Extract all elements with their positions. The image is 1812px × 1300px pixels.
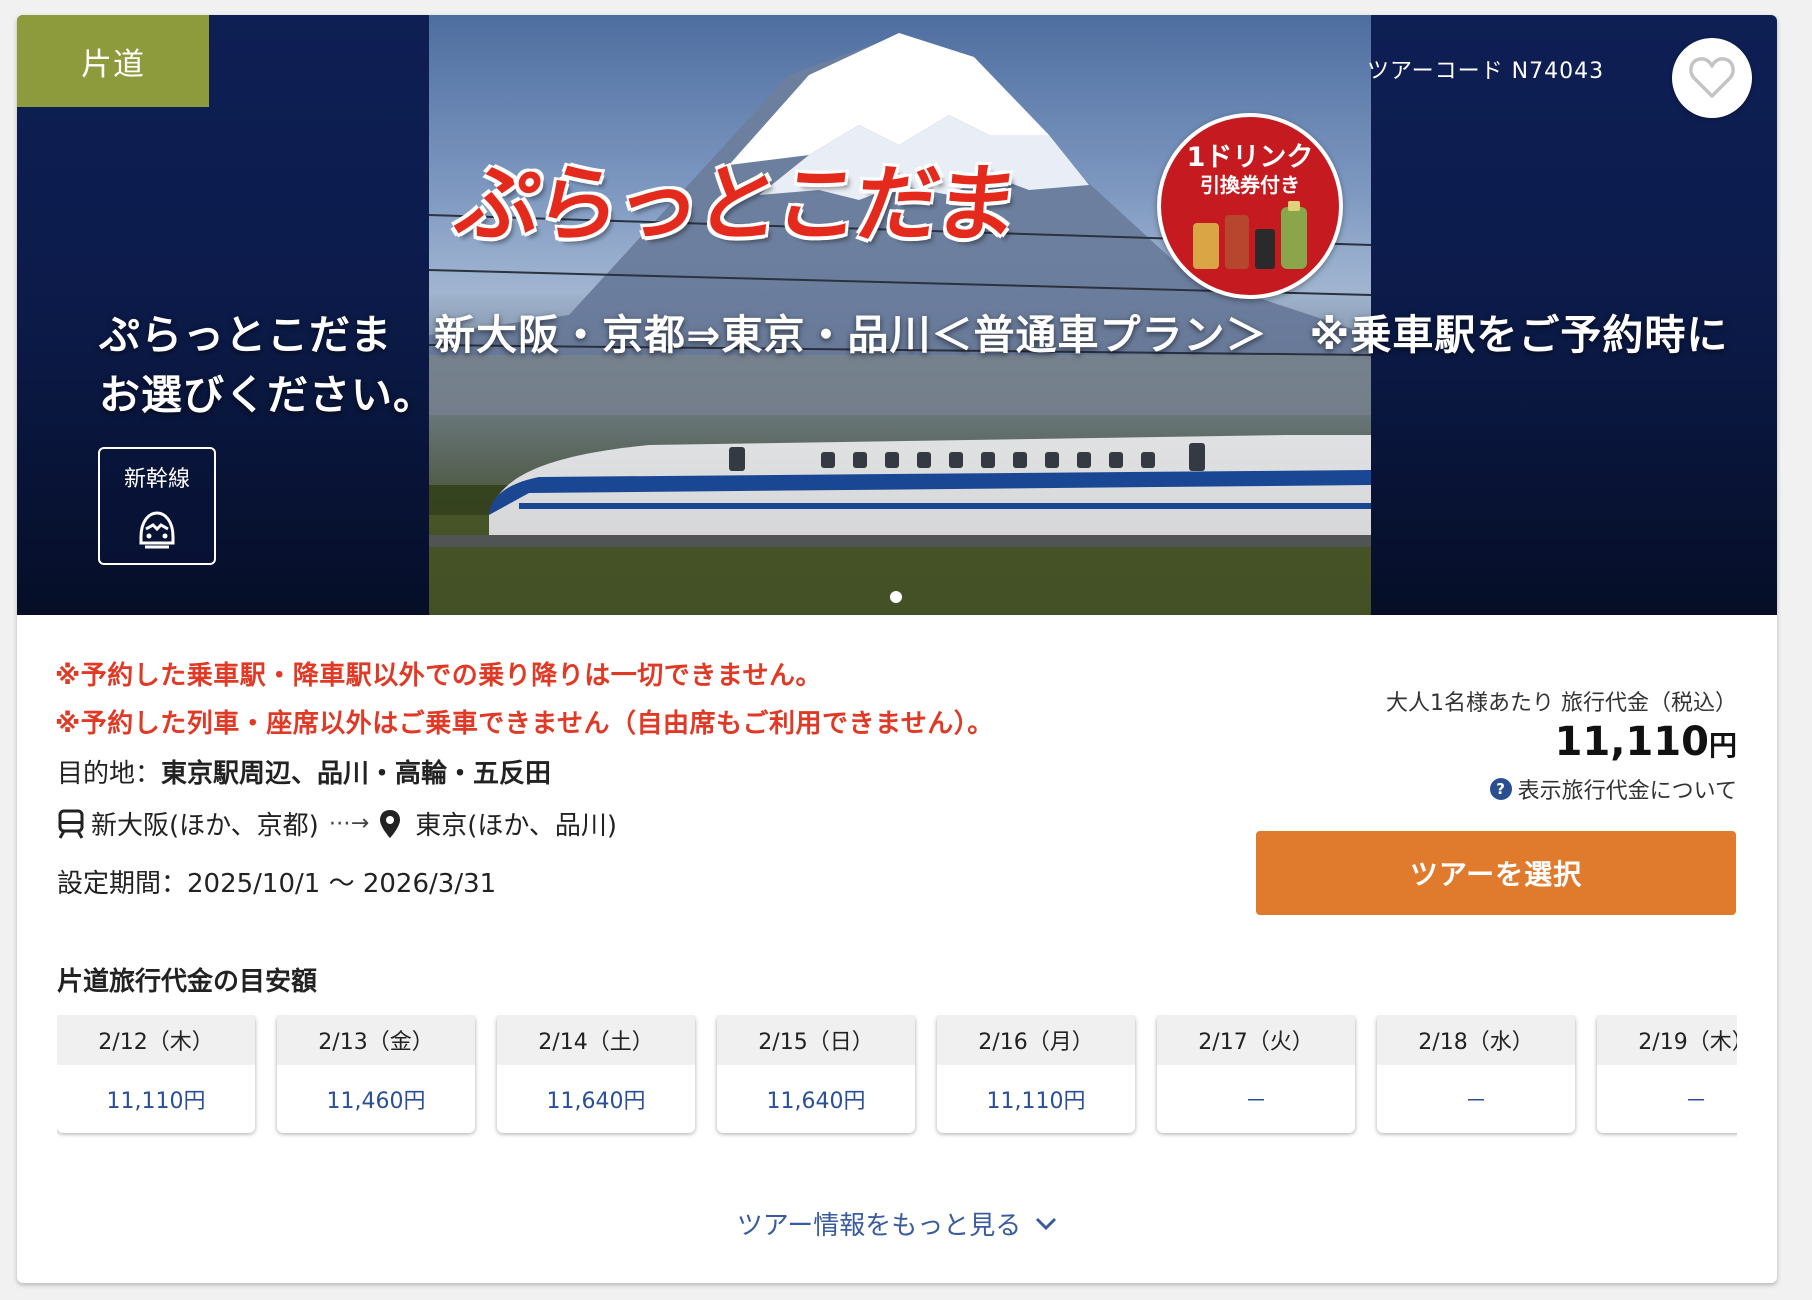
fare-section-title: 片道旅行代金の目安額	[57, 967, 318, 997]
fare-date: 2/13（金）	[277, 1015, 475, 1065]
fare-date: 2/12（木）	[57, 1015, 255, 1065]
map-pin-icon	[380, 809, 401, 838]
drink-voucher-badge: 1ドリンク 引換券付き	[1157, 113, 1343, 299]
fare-price: －	[1244, 1089, 1267, 1114]
price-value: 11,110	[1554, 719, 1709, 765]
fare-card[interactable]: 2/14（土） 11,640円	[497, 1015, 695, 1133]
price-panel: 大人1名様あたり 旅行代金（税込） 11,110円 ? 表示旅行代金について	[1267, 685, 1737, 805]
show-more-label: ツアー情報をもっと見る	[736, 1211, 1022, 1241]
price-help-link[interactable]: ? 表示旅行代金について	[1267, 773, 1737, 805]
question-icon: ?	[1489, 778, 1512, 800]
fare-card[interactable]: 2/13（金） 11,460円	[277, 1015, 475, 1133]
chevron-down-icon	[1036, 1217, 1057, 1230]
shinkansen-category-badge: 新幹線	[98, 447, 216, 565]
select-tour-button[interactable]: ツアーを選択	[1256, 831, 1736, 915]
fare-card[interactable]: 2/15（日） 11,640円	[717, 1015, 915, 1133]
tour-code: ツアーコード N74043	[1367, 59, 1605, 84]
train-icon	[58, 809, 84, 839]
fare-card[interactable]: 2/18（水） －	[1377, 1015, 1575, 1133]
favorite-button[interactable]	[1672, 38, 1752, 118]
fare-date: 2/18（水）	[1377, 1015, 1575, 1065]
fare-card[interactable]: 2/12（木） 11,110円	[57, 1015, 255, 1133]
route: 新大阪(ほか、京都) ⋯→ 東京(ほか、品川)	[57, 805, 617, 842]
hero-banner[interactable]: 片道 ツアーコード N74043 ぷらっとこだま 1ドリンク 引換券付き ぷらっ…	[17, 15, 1777, 615]
route-to: 東京(ほか、品川)	[415, 811, 617, 841]
fare-price: －	[1684, 1089, 1707, 1114]
destination-value: 東京駅周辺、品川・高輪・五反田	[161, 759, 552, 789]
destination: 目的地：東京駅周辺、品川・高輪・五反田	[57, 753, 551, 790]
fare-price: －	[1464, 1089, 1487, 1114]
fare-date: 2/14（土）	[497, 1015, 695, 1065]
fare-date: 2/15（日）	[717, 1015, 915, 1065]
fare-card[interactable]: 2/16（月） 11,110円	[937, 1015, 1135, 1133]
category-label: 新幹線	[123, 467, 190, 492]
tour-card: 片道 ツアーコード N74043 ぷらっとこだま 1ドリンク 引換券付き ぷらっ…	[17, 15, 1777, 1283]
tour-title: ぷらっとこだま 新大阪・京都⇒東京・品川＜普通車プラン＞ ※乗車駅をご予約時にお…	[99, 311, 1729, 419]
valid-period: 設定期間：2025/10/1 〜 2026/3/31	[57, 869, 497, 899]
fare-date: 2/16（月）	[937, 1015, 1135, 1065]
heart-outline-icon	[1689, 57, 1735, 98]
fare-price: 11,640円	[546, 1089, 646, 1114]
fare-card[interactable]: 2/17（火） －	[1157, 1015, 1355, 1133]
fare-price: 11,110円	[106, 1089, 206, 1114]
fare-calendar[interactable]: 2/12（木） 11,110円 2/13（金） 11,460円 2/14（土） …	[57, 1015, 1737, 1145]
fare-price: 11,460円	[326, 1089, 426, 1114]
fare-date: 2/19（木）	[1597, 1015, 1737, 1065]
show-more-link[interactable]: ツアー情報をもっと見る	[17, 1205, 1777, 1242]
price-caption: 大人1名様あたり 旅行代金（税込）	[1386, 691, 1737, 716]
price-currency: 円	[1708, 729, 1737, 762]
fare-date: 2/17（火）	[1157, 1015, 1355, 1065]
fare-card[interactable]: 2/19（木） －	[1597, 1015, 1737, 1133]
drinks-icon	[1193, 201, 1307, 269]
drink-badge-line2: 引換券付き	[1200, 173, 1300, 197]
carousel-dot[interactable]	[890, 591, 902, 603]
route-from: 新大阪(ほか、京都)	[91, 811, 319, 841]
price-help-label: 表示旅行代金について	[1517, 779, 1737, 804]
fare-price: 11,640円	[766, 1089, 866, 1114]
plat-kodama-logo: ぷらっとこだま	[451, 155, 1020, 253]
price-amount: 11,110円	[1267, 719, 1737, 765]
destination-label: 目的地：	[57, 759, 162, 789]
oneway-badge: 片道	[17, 15, 209, 107]
route-arrow: ⋯→	[328, 811, 370, 836]
fare-price: 11,110円	[986, 1089, 1086, 1114]
shinkansen-icon	[139, 511, 175, 549]
warning-boarding-stations: ※予約した乗車駅・降車駅以外での乗り降りは一切できません。	[55, 661, 822, 691]
warning-reserved-seat: ※予約した列車・座席以外はご乗車できません（自由席もご利用できません）。	[55, 709, 994, 739]
